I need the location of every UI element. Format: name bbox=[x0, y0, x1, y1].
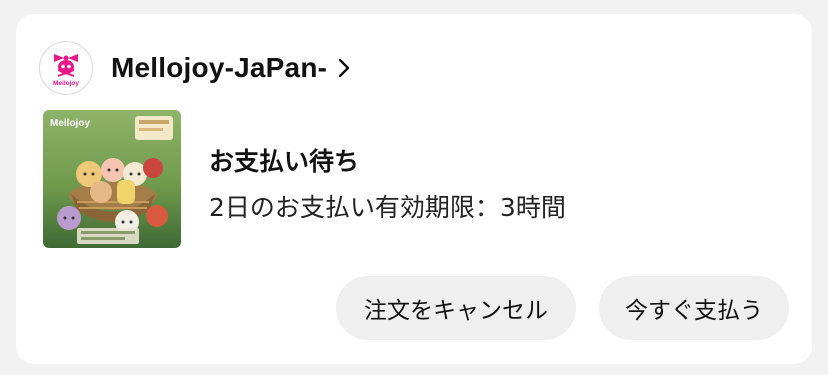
chevron-right-icon[interactable] bbox=[337, 57, 351, 79]
store-name[interactable]: Mellojoy-JaPan- bbox=[111, 52, 327, 84]
product-image: Mellojoy bbox=[43, 110, 181, 248]
skull-bow-logo-icon: Mellojoy bbox=[53, 54, 79, 87]
order-status-title: お支払い待ち bbox=[209, 147, 360, 176]
store-avatar[interactable]: Mellojoy bbox=[39, 41, 93, 95]
logo-wordmark: Mellojoy bbox=[53, 80, 79, 87]
store-header-link[interactable]: Mellojoy Mellojoy-JaPan- bbox=[39, 40, 351, 96]
payment-deadline-text: 2日のお支払い有効期限：3時間 bbox=[209, 193, 566, 222]
product-thumbnail[interactable]: Mellojoy bbox=[43, 110, 181, 248]
pay-now-button[interactable]: 今すぐ支払う bbox=[599, 276, 789, 340]
cancel-order-button[interactable]: 注文をキャンセル bbox=[336, 276, 576, 340]
order-card: Mellojoy Mellojoy-JaPan- Mellojoy お支払い待ち… bbox=[16, 14, 812, 364]
thumbnail-brand-text: Mellojoy bbox=[50, 118, 90, 129]
